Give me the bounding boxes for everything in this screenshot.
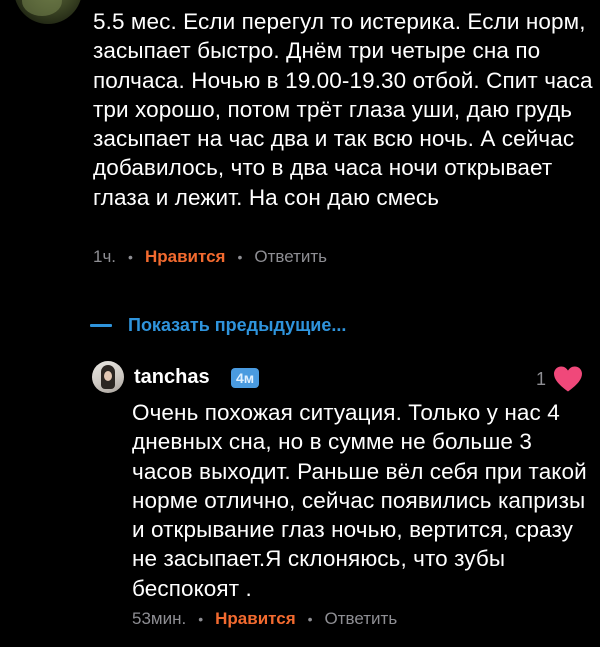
- like-button[interactable]: Нравится: [215, 609, 296, 629]
- username[interactable]: tanchas: [134, 366, 210, 389]
- comment-time: 53мин.: [132, 609, 187, 628]
- reply-button[interactable]: Ответить: [325, 609, 398, 629]
- separator-dot: •: [128, 249, 133, 265]
- like-button[interactable]: Нравится: [145, 247, 226, 267]
- comment-text: 5.5 мес. Если перегул то истерика. Если …: [93, 9, 593, 210]
- account-age-badge: 4м: [231, 368, 260, 388]
- comment-text: Очень похожая ситуация. Только у нас 4 д…: [132, 400, 587, 601]
- separator-dot: •: [307, 611, 313, 627]
- show-previous-button[interactable]: Показать предыдущие...: [90, 315, 346, 336]
- comment-time: 1ч.: [93, 247, 117, 266]
- avatar[interactable]: [14, 0, 82, 24]
- comment-meta: 1ч. • Нравится • Ответить: [93, 247, 327, 267]
- like-count: 1: [536, 369, 547, 389]
- avatar[interactable]: [92, 361, 124, 393]
- show-previous-label: Показать предыдущие...: [128, 315, 347, 335]
- dash-icon: [90, 324, 112, 327]
- separator-dot: •: [198, 611, 204, 627]
- comment-meta: 53мин. • Нравится • Ответить: [132, 609, 397, 629]
- heart-icon[interactable]: [553, 365, 583, 393]
- reply-button[interactable]: Ответить: [254, 247, 327, 267]
- separator-dot: •: [237, 249, 243, 265]
